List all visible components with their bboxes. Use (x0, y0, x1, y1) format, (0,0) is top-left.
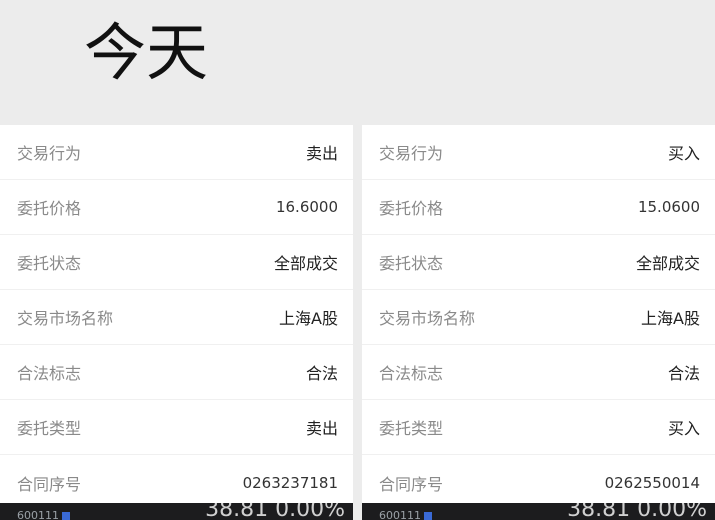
detail-value: 卖出 (305, 419, 338, 438)
header: 今天 (0, 0, 715, 145)
detail-row-order-type: 委托类型 卖出 (0, 400, 353, 455)
detail-label: 委托价格 (17, 199, 82, 218)
stock-ticker-bar-right[interactable]: 600111 38.81 0.00% (362, 503, 715, 520)
detail-value: 全部成交 (273, 254, 338, 273)
detail-value: 上海A股 (641, 309, 700, 328)
detail-label: 委托类型 (379, 419, 444, 438)
market-tag-icon (424, 512, 432, 520)
detail-value: 买入 (667, 419, 700, 438)
page-title: 今天 (84, 16, 209, 89)
detail-row-market-name: 交易市场名称 上海A股 (0, 290, 353, 345)
stock-price: 38.81 0.00% (567, 503, 707, 520)
detail-label: 委托状态 (379, 254, 444, 273)
detail-label: 交易行为 (17, 144, 82, 163)
detail-row-contract-no: 合同序号 0263237181 (0, 455, 353, 503)
detail-value: 合法 (667, 364, 700, 383)
detail-row-order-type: 委托类型 买入 (362, 400, 715, 455)
detail-row-order-status: 委托状态 全部成交 (0, 235, 353, 290)
detail-value: 买入 (667, 144, 700, 163)
detail-label: 委托价格 (379, 199, 444, 218)
detail-label: 交易市场名称 (379, 309, 476, 328)
detail-row-legal-flag: 合法标志 合法 (362, 345, 715, 400)
stock-code: 600111 (379, 509, 432, 520)
screen: 今天 交易行为 卖出 委托价格 16.6000 委托状态 全部成交 交易市场名称… (0, 0, 715, 520)
stock-ticker-bar-left[interactable]: 600111 38.81 0.00% (0, 503, 353, 520)
stock-code: 600111 (17, 509, 70, 520)
detail-label: 交易市场名称 (17, 309, 114, 328)
detail-label: 合法标志 (379, 364, 444, 383)
detail-value: 上海A股 (279, 309, 338, 328)
detail-row-trade-action: 交易行为 买入 (362, 125, 715, 180)
detail-label: 委托类型 (17, 419, 82, 438)
detail-value: 15.0600 (637, 198, 700, 216)
detail-value: 全部成交 (635, 254, 700, 273)
detail-row-order-price: 委托价格 16.6000 (0, 180, 353, 235)
detail-row-contract-no: 合同序号 0262550014 (362, 455, 715, 503)
detail-label: 合同序号 (379, 474, 444, 494)
order-detail-panel-right: 交易行为 买入 委托价格 15.0600 委托状态 全部成交 交易市场名称 上海… (362, 125, 715, 503)
detail-row-legal-flag: 合法标志 合法 (0, 345, 353, 400)
detail-value: 16.6000 (275, 198, 338, 216)
detail-label: 合法标志 (17, 364, 82, 383)
panel-divider (353, 125, 362, 520)
detail-row-trade-action: 交易行为 卖出 (0, 125, 353, 180)
order-detail-panel-left: 交易行为 卖出 委托价格 16.6000 委托状态 全部成交 交易市场名称 上海… (0, 125, 353, 503)
detail-label: 合同序号 (17, 474, 82, 494)
detail-value: 合法 (305, 364, 338, 383)
detail-row-order-status: 委托状态 全部成交 (362, 235, 715, 290)
detail-value: 卖出 (305, 144, 338, 163)
detail-row-market-name: 交易市场名称 上海A股 (362, 290, 715, 345)
stock-price: 38.81 0.00% (205, 503, 345, 520)
detail-label: 委托状态 (17, 254, 82, 273)
detail-value: 0262550014 (604, 473, 700, 492)
detail-row-order-price: 委托价格 15.0600 (362, 180, 715, 235)
detail-value: 0263237181 (242, 473, 338, 492)
detail-label: 交易行为 (379, 144, 444, 163)
market-tag-icon (62, 512, 70, 520)
